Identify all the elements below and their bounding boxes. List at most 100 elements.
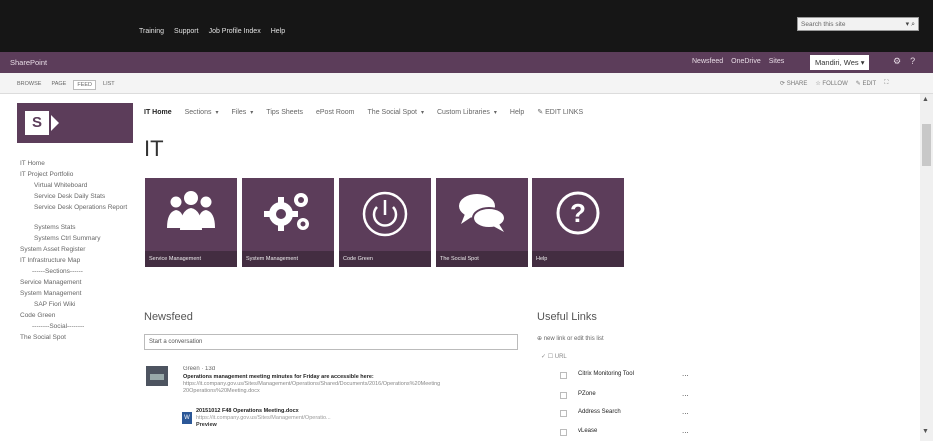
gear-icon[interactable]: ⚙ <box>893 56 901 67</box>
left-nav-separator: --------Social-------- <box>32 323 85 330</box>
suite-icons: ⚙ ? <box>893 56 915 67</box>
chevron-down-icon[interactable]: ▾ <box>215 109 218 116</box>
tile-help[interactable]: ? Help <box>532 178 624 267</box>
left-nav-item[interactable]: Systems Ctrl Summary <box>20 235 132 246</box>
ribbon-actions: ⟳ SHARE ☆ FOLLOW ✎ EDIT ⛶ <box>780 80 888 87</box>
list-item[interactable]: PZone ... <box>560 389 710 403</box>
post-attachment: W 20151012 F48 Operations Meeting.docx h… <box>182 408 436 429</box>
tile-service-management[interactable]: Service Management <box>145 178 237 267</box>
post-time: 13d <box>205 366 216 372</box>
suite-link-newsfeed[interactable]: Newsfeed <box>692 58 723 65</box>
suite-link-sites[interactable]: Sites <box>769 58 785 65</box>
new-link-button[interactable]: ⊕ new link or edit this list <box>537 335 604 342</box>
share-button[interactable]: ⟳ SHARE <box>780 80 807 87</box>
svg-text:?: ? <box>570 198 586 228</box>
left-nav-item[interactable]: SAP Fiori Wiki <box>20 301 132 312</box>
preview-link[interactable]: Preview <box>196 422 436 429</box>
site-nav-tips-sheets[interactable]: Tips Sheets <box>266 109 303 116</box>
site-nav-help[interactable]: Help <box>510 109 524 116</box>
left-nav-item[interactable]: Virtual Whiteboard <box>20 182 132 193</box>
site-nav-it-home[interactable]: IT Home <box>144 109 172 116</box>
newsfeed-title: Newsfeed <box>144 311 193 323</box>
site-nav-social-spot[interactable]: The Social Spot <box>368 109 417 116</box>
chevron-down-icon[interactable]: ▾ <box>250 109 253 116</box>
row-checkbox[interactable] <box>560 392 567 399</box>
row-checkbox[interactable] <box>560 372 567 379</box>
chevron-up-icon[interactable]: ▲ <box>922 96 929 103</box>
top-nav-link-help[interactable]: Help <box>271 28 285 35</box>
column-header: ✓ ☐ URL <box>541 354 567 360</box>
site-nav-files[interactable]: Files <box>232 109 247 116</box>
row-checkbox[interactable] <box>560 410 567 417</box>
link-title[interactable]: Citrix Monitoring Tool <box>578 371 634 377</box>
left-nav-separator: ------Sections------ <box>32 268 83 275</box>
post-link-continued[interactable]: 20Operations%20Meeting.docx <box>183 388 503 395</box>
chevron-down-icon[interactable]: ▼ <box>922 428 929 435</box>
suite-link-onedrive[interactable]: OneDrive <box>731 58 761 65</box>
chevron-down-icon[interactable]: ▾ <box>421 109 424 116</box>
help-icon[interactable]: ? <box>910 56 915 67</box>
site-nav-sections[interactable]: Sections <box>185 109 212 116</box>
logo-arrow <box>51 115 59 131</box>
add-icon: ⊕ <box>537 336 544 342</box>
tile-code-green[interactable]: Code Green <box>339 178 431 267</box>
row-checkbox[interactable] <box>560 429 567 436</box>
tab-page[interactable]: PAGE <box>48 80 69 90</box>
left-nav-item[interactable]: Code Green <box>20 312 132 323</box>
scrollbar-thumb[interactable] <box>922 124 931 166</box>
top-bar: Training Support Job Profile Index Help … <box>0 0 933 52</box>
pencil-icon: ✎ <box>537 109 546 116</box>
search-icon[interactable]: ▾ ⌕ <box>906 20 915 29</box>
useful-links-title: Useful Links <box>537 311 597 323</box>
left-nav-item[interactable]: IT Project Portfolio <box>20 171 132 182</box>
edit-button[interactable]: ✎ EDIT <box>856 80 876 87</box>
ellipsis-icon[interactable]: ... <box>682 407 689 416</box>
chevron-down-icon[interactable]: ▾ <box>494 109 497 116</box>
link-title[interactable]: Address Search <box>578 409 621 415</box>
tab-browse[interactable]: BROWSE <box>14 80 44 90</box>
chat-icon <box>459 194 506 232</box>
link-title[interactable]: PZone <box>578 391 596 397</box>
avatar[interactable] <box>146 366 168 386</box>
sharepoint-brand[interactable]: SharePoint <box>10 58 47 67</box>
left-nav-item[interactable]: IT Infrastructure Map <box>20 257 132 268</box>
ellipsis-icon[interactable]: ... <box>682 426 689 435</box>
tab-list[interactable]: LIST <box>100 80 118 90</box>
edit-links-button[interactable]: ✎ EDIT LINKS <box>537 108 583 116</box>
follow-button[interactable]: ☆ FOLLOW <box>815 80 847 87</box>
list-item[interactable]: Citrix Monitoring Tool ... <box>560 369 710 383</box>
left-nav-item[interactable]: IT Home <box>20 160 132 171</box>
list-item[interactable]: Address Search ... <box>560 407 710 421</box>
post-link[interactable]: https://it.company.gov.us/Sites/Manageme… <box>183 381 503 388</box>
left-nav-item[interactable]: Service Desk Daily Stats <box>20 193 132 204</box>
post-author[interactable]: Green <box>183 366 200 372</box>
left-nav-item[interactable]: The Social Spot <box>20 334 132 345</box>
top-nav-link-support[interactable]: Support <box>174 28 199 35</box>
left-nav-item[interactable]: System Management <box>20 290 132 301</box>
ribbon-tabs: BROWSE PAGE FEED LIST <box>14 80 118 90</box>
list-item[interactable]: vLease ... <box>560 426 710 440</box>
chevron-down-icon: ▾ <box>858 58 865 67</box>
conversation-input[interactable]: Start a conversation <box>144 334 518 350</box>
attachment-name[interactable]: 20151012 F48 Operations Meeting.docx <box>196 408 436 415</box>
left-nav-item[interactable]: System Asset Register <box>20 246 132 257</box>
ellipsis-icon[interactable]: ... <box>682 389 689 398</box>
ellipsis-icon[interactable]: ... <box>682 369 689 378</box>
site-logo[interactable]: S <box>17 103 133 143</box>
left-nav-item[interactable]: Service Desk Operations Report <box>20 204 132 224</box>
left-nav-item[interactable]: Service Management <box>20 279 132 290</box>
top-nav-link-job-profile-index[interactable]: Job Profile Index <box>209 28 261 35</box>
link-title[interactable]: vLease <box>578 428 597 434</box>
post-meta: Green · 13d <box>183 366 216 372</box>
search-input[interactable]: Search this site ▾ ⌕ <box>797 17 919 31</box>
tab-feed[interactable]: FEED <box>73 80 97 90</box>
site-nav-epost-room[interactable]: ePost Room <box>316 109 355 116</box>
site-nav-custom-libraries[interactable]: Custom Libraries <box>437 109 490 116</box>
page-scrollbar[interactable]: ▲ ▼ <box>920 94 933 441</box>
focus-icon[interactable]: ⛶ <box>884 80 888 87</box>
user-menu[interactable]: Mandiri, Wes ▾ <box>810 55 870 70</box>
tile-social-spot[interactable]: The Social Spot <box>436 178 528 267</box>
left-nav-item[interactable]: Systems Stats <box>20 224 132 235</box>
tile-system-management[interactable]: System Management <box>242 178 334 267</box>
top-nav-link-training[interactable]: Training <box>139 28 164 35</box>
